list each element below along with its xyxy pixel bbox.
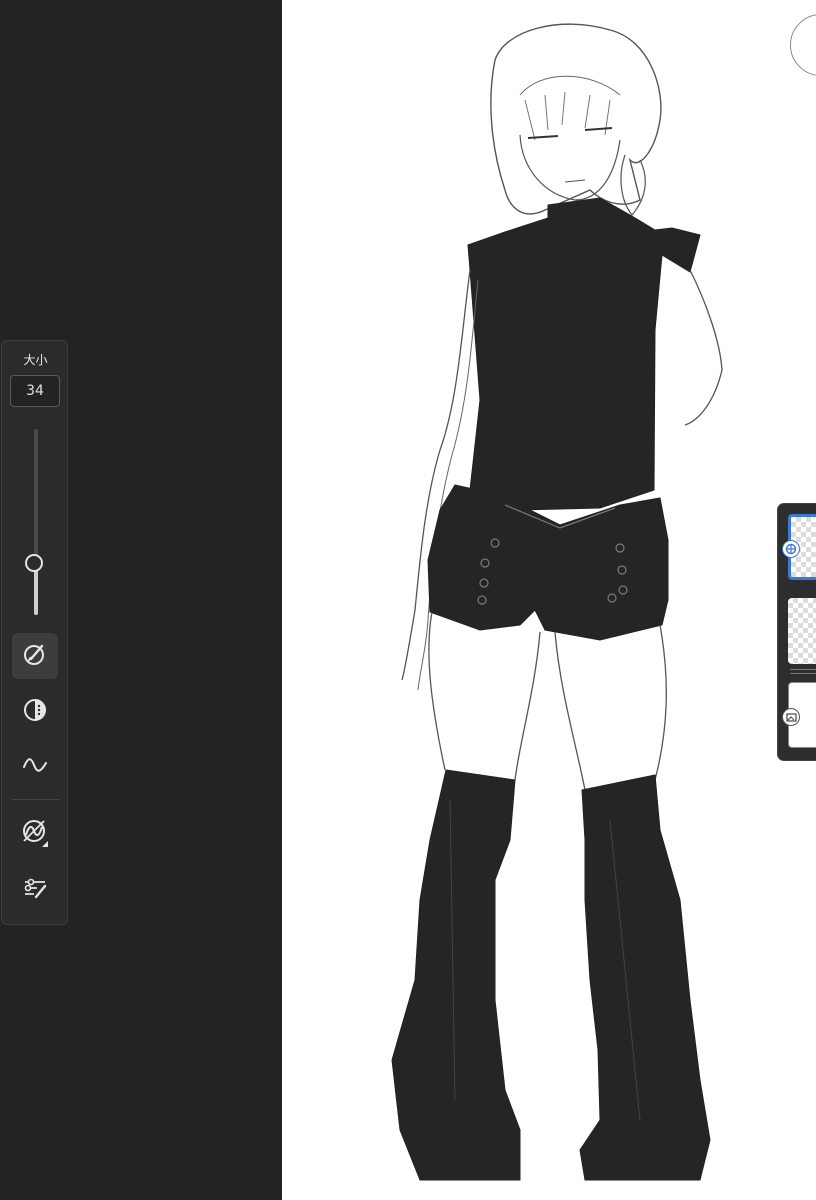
layer-thumbnail-2[interactable] — [788, 598, 816, 664]
blend-mode-icon — [20, 817, 50, 851]
image-layer-icon — [782, 708, 800, 726]
brush-size-input[interactable]: 34 — [10, 375, 60, 407]
brush-settings-button[interactable] — [12, 633, 58, 679]
brush-settings-icon — [22, 641, 48, 671]
brush-size-label: 大小 — [23, 353, 48, 367]
character-sketch — [391, 23, 723, 1181]
blend-mode-button[interactable] — [12, 811, 58, 857]
stabilizer-icon — [22, 752, 48, 782]
opacity-button[interactable] — [12, 689, 58, 735]
layer-move-icon[interactable] — [782, 540, 800, 558]
opacity-icon — [22, 697, 48, 727]
brush-adjust-button[interactable] — [12, 867, 58, 913]
layer-separator — [790, 669, 816, 670]
layers-panel — [777, 503, 816, 761]
stabilizer-button[interactable] — [12, 744, 58, 790]
drawing-canvas[interactable] — [282, 0, 816, 1200]
brush-adjust-icon — [22, 875, 48, 905]
brush-size-slider-thumb[interactable] — [25, 553, 43, 572]
toolbar-divider — [12, 799, 59, 800]
brush-size-slider[interactable] — [34, 429, 38, 615]
layer-separator — [790, 673, 816, 674]
brush-toolbar: 大小 34 — [1, 340, 68, 925]
